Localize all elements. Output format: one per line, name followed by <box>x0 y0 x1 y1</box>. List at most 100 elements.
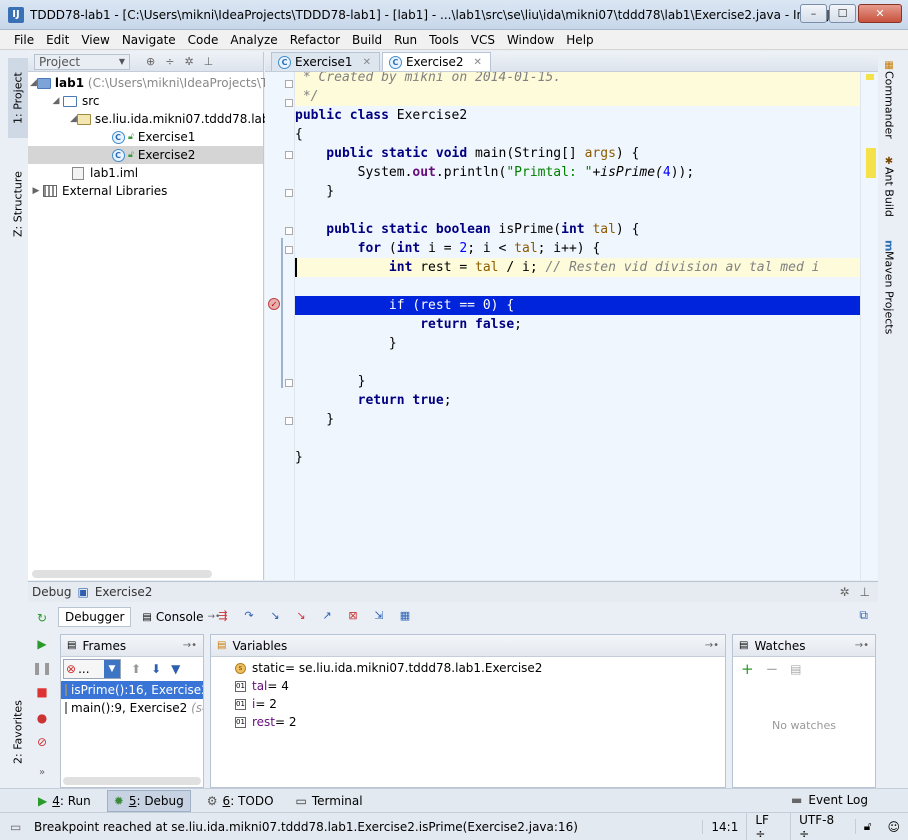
force-step-into-icon[interactable]: ↘ <box>292 607 310 623</box>
fold-marker-icon[interactable] <box>285 99 293 107</box>
breakpoint-icon[interactable]: ✓ <box>268 298 280 310</box>
horizontal-scrollbar[interactable] <box>63 777 201 785</box>
variable-row[interactable]: 01 rest = 2 <box>211 713 725 731</box>
tool-tab-structure[interactable]: Z: Structure <box>8 144 28 264</box>
settings-gear-icon[interactable]: ✲ <box>184 55 193 68</box>
hide-panel-icon[interactable]: ⊥ <box>860 585 870 599</box>
tool-tab-todo[interactable]: ⚙ 6: TODO <box>201 790 280 812</box>
variable-row[interactable]: 01 tal = 4 <box>211 677 725 695</box>
editor-tab-exercise1[interactable]: C Exercise1 ✕ <box>271 52 380 71</box>
menu-code[interactable]: Code <box>182 33 225 47</box>
hide-panel-icon[interactable]: ⊥ <box>204 55 214 68</box>
tree-item-src[interactable]: ◢ src <box>28 92 263 110</box>
warning-marker[interactable] <box>866 148 876 178</box>
project-view-dropdown[interactable]: Project ▼ <box>34 53 130 70</box>
add-watch-icon[interactable]: + <box>741 660 754 678</box>
copy-watch-icon[interactable]: ▤ <box>790 662 801 676</box>
stop-icon[interactable]: ■ <box>34 684 50 700</box>
thread-selector[interactable]: ⊗ ... ▼ <box>63 659 121 679</box>
tree-item-iml[interactable]: lab1.iml <box>28 164 263 182</box>
arrow-down-icon[interactable]: ⬇ <box>151 662 161 676</box>
expand-arrow-icon[interactable]: ▶ <box>30 186 42 196</box>
variable-row[interactable]: 01 i = 2 <box>211 695 725 713</box>
file-encoding[interactable]: UTF-8 ÷ <box>790 812 855 840</box>
tool-tab-favorites[interactable]: 2: Favorites <box>8 682 28 782</box>
expand-arrow-icon[interactable]: ◢ <box>50 96 62 106</box>
inspector-icon[interactable]: ☺ <box>879 820 908 834</box>
step-into-icon[interactable]: ↘ <box>266 607 284 623</box>
pin-arrow-icon[interactable]: →• <box>705 640 719 651</box>
tool-tab-commander[interactable]: ▦ Commander <box>879 60 899 140</box>
more-icon[interactable]: » <box>34 764 50 780</box>
lock-icon[interactable]: 🔓︎ <box>854 819 880 834</box>
close-tab-icon[interactable]: ✕ <box>363 57 371 68</box>
rerun-icon[interactable]: ↻ <box>34 610 50 626</box>
fold-marker-icon[interactable] <box>285 246 293 254</box>
error-stripe[interactable] <box>860 72 878 580</box>
fold-marker-icon[interactable] <box>285 417 293 425</box>
view-breakpoints-icon[interactable]: ● <box>34 710 50 726</box>
fold-marker-icon[interactable] <box>285 189 293 197</box>
remove-watch-icon[interactable]: − <box>766 660 779 678</box>
warning-marker[interactable] <box>866 74 874 80</box>
tool-tab-ant-build[interactable]: ✱ Ant Build <box>879 156 899 236</box>
pin-arrow-icon[interactable]: →• <box>855 640 869 651</box>
collapse-icon[interactable]: ÷ <box>165 55 174 68</box>
tool-tab-debug[interactable]: ✹ 5: Debug <box>106 789 191 812</box>
fold-marker-icon[interactable] <box>285 151 293 159</box>
menu-navigate[interactable]: Navigate <box>116 33 182 47</box>
event-log-button[interactable]: ▬ Event Log <box>791 793 868 807</box>
tree-item-exercise2[interactable]: C 🔓︎ Exercise2 <box>28 146 263 164</box>
menu-build[interactable]: Build <box>346 33 388 47</box>
horizontal-scrollbar[interactable] <box>32 570 212 578</box>
filter-icon[interactable]: ▼ <box>171 662 180 676</box>
arrow-up-icon[interactable]: ⬆ <box>131 662 141 676</box>
menu-analyze[interactable]: Analyze <box>224 33 283 47</box>
tree-item-exercise1[interactable]: C 🔓︎ Exercise1 <box>28 128 263 146</box>
line-separator[interactable]: LF ÷ <box>746 812 790 840</box>
tool-tab-project[interactable]: 1: Project <box>8 58 28 138</box>
menu-help[interactable]: Help <box>560 33 599 47</box>
evaluate-expression-icon[interactable]: ▦ <box>396 607 414 623</box>
tool-tab-terminal[interactable]: ▭ Terminal <box>290 790 369 812</box>
close-tab-icon[interactable]: ✕ <box>474 57 482 68</box>
resume-icon[interactable]: ▶ <box>34 636 50 652</box>
menu-refactor[interactable]: Refactor <box>284 33 346 47</box>
tab-debugger[interactable]: Debugger <box>58 607 132 627</box>
menu-tools[interactable]: Tools <box>423 33 465 47</box>
expand-arrow-icon[interactable]: ◢ <box>70 114 77 124</box>
menu-view[interactable]: View <box>75 33 115 47</box>
editor-tab-exercise2[interactable]: C Exercise2 ✕ <box>381 52 491 71</box>
pause-icon[interactable]: ❚❚ <box>32 660 52 676</box>
variable-row[interactable]: s static = se.liu.ida.mikni07.tddd78.lab… <box>211 659 725 677</box>
caret-position[interactable]: 14:1 <box>702 819 746 834</box>
mute-breakpoints-icon[interactable]: ⊘ <box>34 734 50 750</box>
fold-marker-icon[interactable] <box>285 80 293 88</box>
toggle-tool-buttons-icon[interactable]: ▭ <box>10 820 21 834</box>
code-text-area[interactable]: * Created by mikni on 2014-01-15. */ pub… <box>295 72 860 580</box>
sync-icon[interactable]: ⊕ <box>146 55 155 68</box>
minimize-button[interactable]: – <box>800 4 827 23</box>
menu-file[interactable]: File <box>8 33 40 47</box>
restore-layout-icon[interactable]: ⧉ <box>859 608 868 623</box>
step-out-icon[interactable]: ↗ <box>318 607 336 623</box>
frame-item[interactable]: isPrime():16, Exercise2 (s <box>61 681 203 699</box>
close-window-button[interactable]: ✕ <box>858 4 902 23</box>
tool-tab-run[interactable]: ▶ 4: Run <box>32 790 97 812</box>
run-to-cursor-icon[interactable]: ⇲ <box>370 607 388 623</box>
fold-marker-icon[interactable] <box>285 379 293 387</box>
menu-window[interactable]: Window <box>501 33 560 47</box>
pin-arrow-icon[interactable]: →• <box>183 640 197 651</box>
menu-run[interactable]: Run <box>388 33 423 47</box>
fold-marker-icon[interactable] <box>285 227 293 235</box>
tool-tab-maven[interactable]: m Maven Projects <box>879 240 899 350</box>
expand-arrow-icon[interactable]: ◢ <box>30 78 37 88</box>
editor-gutter[interactable]: ✓ <box>265 72 295 580</box>
settings-gear-icon[interactable]: ✲ <box>839 585 849 599</box>
show-execution-point-icon[interactable]: ⇶ <box>214 607 232 623</box>
step-over-icon[interactable]: ↷ <box>240 607 258 623</box>
tree-item-external-libraries[interactable]: ▶ External Libraries <box>28 182 263 200</box>
tree-item-package[interactable]: ◢ se.liu.ida.mikni07.tddd78.lab1 <box>28 110 277 128</box>
frame-item[interactable]: main():9, Exercise2 (se.liu <box>61 699 203 717</box>
tree-item-module[interactable]: ◢ lab1 (C:\Users\mikni\IdeaProjects\TDDD <box>28 74 296 92</box>
